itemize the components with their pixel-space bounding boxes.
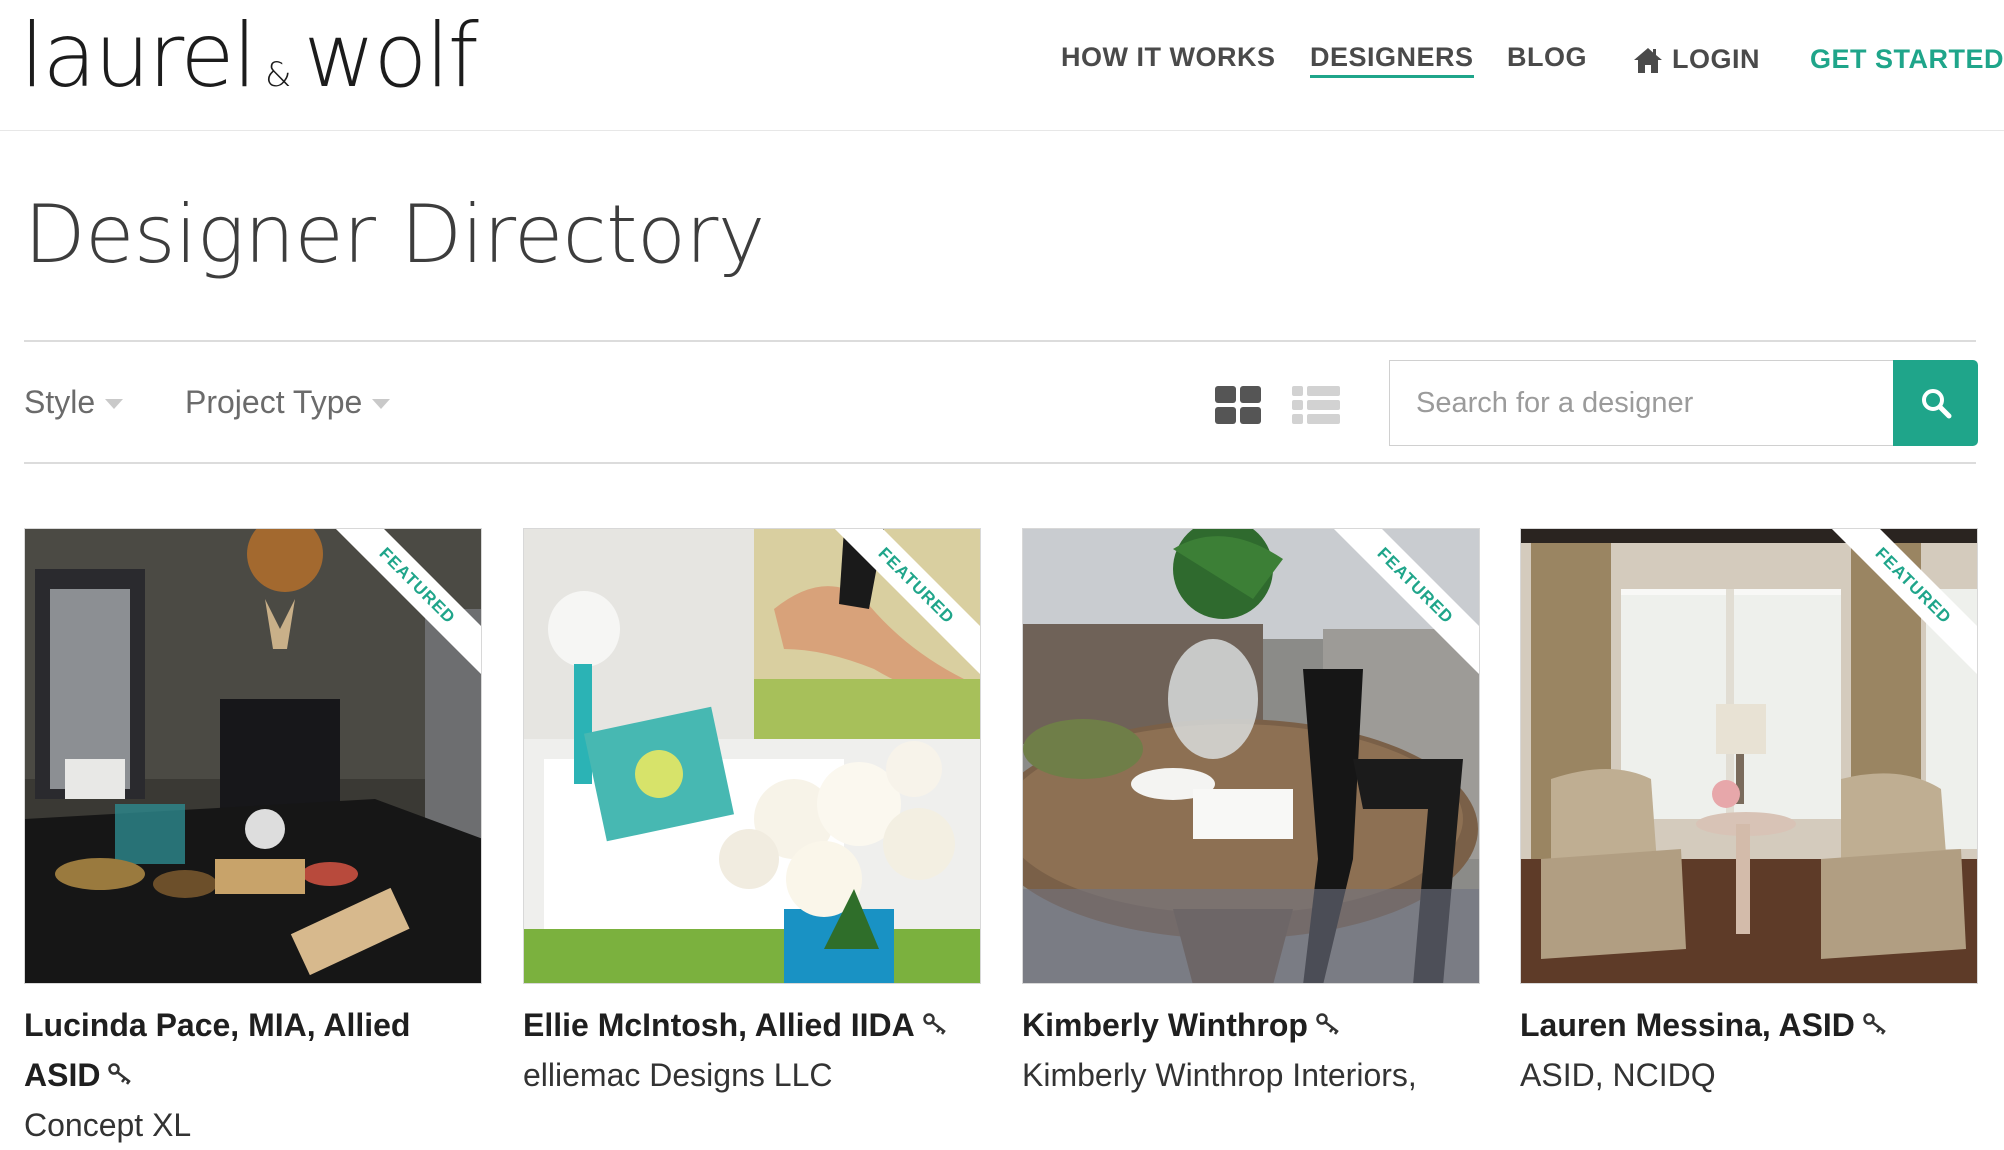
key-icon [108,1062,132,1085]
grid-view-button[interactable] [1215,386,1261,429]
designer-photo[interactable]: FEATURED [523,528,981,984]
list-view-icon [1292,386,1340,424]
page-title: Designer Directory [24,188,765,281]
project-type-filter-dropdown[interactable]: Project Type [185,384,391,421]
designer-card: FEATURED Ellie McIntosh, Allied IIDA ell… [523,528,981,1100]
nav-login[interactable]: LOGIN [1632,44,1760,75]
designer-search [1389,360,1978,446]
designer-photo[interactable]: FEATURED [1022,528,1480,984]
style-filter-dropdown[interactable]: Style [24,384,124,421]
key-icon [1863,1012,1886,1035]
filter-bar: Style Project Type [24,340,1978,464]
designer-card: FEATURED Lauren Messina, ASID ASID, NCID… [1520,528,1978,1100]
nav-how-it-works[interactable]: HOW IT WORKS [1061,42,1275,73]
style-filter-label: Style [24,384,96,420]
grid-view-icon [1215,386,1261,424]
designer-name-text: Lauren Messina, ASID [1520,1007,1855,1043]
key-icon [923,1012,946,1035]
home-icon [1634,47,1662,73]
search-icon [1921,389,1951,419]
caret-down-icon [372,398,391,409]
designer-name[interactable]: Lauren Messina, ASID [1520,1000,1978,1050]
designer-company: Concept XL [24,1107,192,1143]
project-type-filter-label: Project Type [185,384,363,420]
designer-name-text: Ellie McIntosh, Allied IIDA [523,1007,915,1043]
designer-name[interactable]: Ellie McIntosh, Allied IIDA [523,1000,981,1050]
designer-name-text: Lucinda Pace, MIA, Allied ASID [24,1007,411,1093]
search-input[interactable] [1389,360,1893,446]
designer-company: elliemac Designs LLC [523,1057,833,1093]
search-button[interactable] [1893,360,1978,446]
nav-login-label: LOGIN [1672,44,1760,74]
key-icon [1316,1012,1339,1035]
get-started-link[interactable]: GET STARTED [1810,44,2004,75]
designer-photo[interactable]: FEATURED [1520,528,1978,984]
site-header: laurel & wolf HOW IT WORKS DESIGNERS BLOG … [0,0,2004,131]
designer-card: FEATURED Lucinda Pace, MIA, Allied ASID … [24,528,482,1150]
main-nav: HOW IT WORKS DESIGNERS BLOG LOGIN GET ST… [0,42,2004,82]
designer-photo[interactable]: FEATURED [24,528,482,984]
designer-name-text: Kimberly Winthrop [1022,1007,1308,1043]
list-view-button[interactable] [1292,386,1340,429]
designer-company: Kimberly Winthrop Interiors, [1022,1057,1417,1093]
designer-name[interactable]: Kimberly Winthrop [1022,1000,1480,1050]
caret-down-icon [105,398,124,409]
nav-designers[interactable]: DESIGNERS [1310,42,1474,78]
designer-company: ASID, NCIDQ [1520,1057,1716,1093]
designer-name[interactable]: Lucinda Pace, MIA, Allied ASID [24,1000,482,1100]
designer-card: FEATURED Kimberly Winthrop Kimberly Wint… [1022,528,1480,1100]
nav-blog[interactable]: BLOG [1507,42,1587,73]
